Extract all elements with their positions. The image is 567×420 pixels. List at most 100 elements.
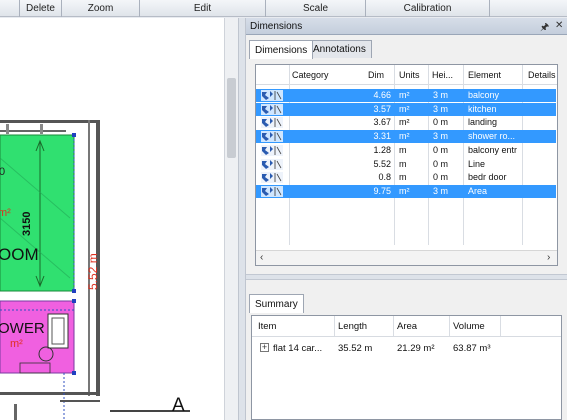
dimension-tool-icon (261, 131, 283, 143)
dimension-tool-icon (261, 158, 283, 170)
cell-height: 0 m (433, 158, 449, 169)
dimension-tool-icon (261, 185, 283, 197)
pin-icon[interactable]: 🖈 (540, 20, 549, 37)
table-row[interactable]: 5.52 m 0 m Line (256, 158, 556, 171)
dimensions-panel: Dimensions 🖈 ✕ Dimensions Annotations Ca… (246, 18, 567, 420)
panel-title: Dimensions (250, 20, 303, 32)
cell-units: m² (399, 131, 410, 142)
toolbar-group-calibration-label: Calibration (403, 3, 452, 14)
toolbar-group-zoom[interactable]: Zoom (62, 0, 140, 17)
cell-height: 0 m (433, 144, 449, 155)
cell-element: landing (468, 117, 498, 128)
cell-height: 3 m (433, 185, 449, 196)
canvas-label-ower: OWER (0, 320, 45, 337)
summary-row-item[interactable]: flat 14 car... (273, 343, 322, 354)
canvas-vertical-scrollbar[interactable] (224, 18, 238, 420)
grid-horizontal-scrollbar[interactable]: ‹ › (256, 250, 557, 265)
tab-summary[interactable]: Summary (249, 294, 304, 313)
summary-header-length[interactable]: Length (338, 321, 367, 332)
cell-units: m (399, 172, 407, 183)
column-header-dim[interactable]: Dim (368, 70, 384, 80)
tree-expander-icon[interactable]: + (260, 343, 269, 352)
cell-element: bedr door (468, 172, 507, 183)
tab-annotations[interactable]: Annotations (307, 40, 372, 58)
floor-plan-drawing: 0 m² 3150 OOM 5.52 m OWER m² A (0, 120, 190, 420)
cell-element: balcony (468, 90, 500, 100)
column-header-element[interactable]: Element (468, 70, 501, 80)
toolbar-group-delete-label: Delete (26, 3, 55, 14)
column-header-height[interactable]: Hei... (432, 70, 453, 80)
toolbar-group-edit[interactable]: Edit (140, 0, 266, 17)
cell-units: m² (399, 185, 410, 196)
table-row[interactable]: 4.66 m² 3 m balcony (256, 89, 556, 102)
toolbar-group-zoom-label: Zoom (87, 3, 114, 14)
cell-dim: 9.75 (373, 185, 391, 196)
toolbar-group-scale[interactable]: Scale (266, 0, 366, 17)
table-row[interactable]: 3.57 m² 3 m kitchen (256, 102, 556, 116)
cell-units: m² (399, 117, 410, 128)
dimension-tool-icon (261, 103, 283, 115)
dimensions-grid: Category Dim Units Hei... Element Detail… (255, 64, 558, 266)
dimensions-tabbar: Dimensions Annotations (246, 40, 567, 59)
cell-element: Line (468, 158, 486, 169)
canvas-label-m2-pink: m² (10, 338, 23, 350)
dimension-tool-icon (261, 172, 283, 184)
summary-row-volume: 63.87 m³ (453, 343, 491, 354)
floor-plan-canvas[interactable]: 0 m² 3150 OOM 5.52 m OWER m² A (0, 18, 238, 420)
canvas-label-m2: m² (0, 207, 11, 219)
canvas-label-a: A (172, 395, 185, 416)
table-row[interactable]: 3.31 m² 3 m shower ro... (256, 130, 556, 144)
cell-dim: 5.52 (373, 158, 391, 169)
summary-tabbar: Summary (246, 294, 567, 313)
cell-element: shower ro... (468, 131, 516, 142)
wall-top (0, 120, 100, 123)
cell-dim: 4.66 (373, 90, 391, 100)
scroll-left-arrow-icon[interactable]: ‹ (260, 252, 263, 263)
toolbar-group-delete[interactable]: Delete (20, 0, 62, 17)
dimension-tool-icon (261, 90, 283, 101)
toolbar: Delete Zoom Edit Scale Calibration (0, 0, 567, 17)
summary-header-item[interactable]: Item (258, 321, 276, 332)
summary-row-area: 21.29 m² (397, 343, 435, 354)
summary-grid: Item Length Area Volume + flat 14 car...… (251, 315, 562, 420)
panel-title-bar: Dimensions 🖈 ✕ (246, 18, 567, 35)
canvas-label-552: 5.52 m (86, 253, 100, 290)
close-icon[interactable]: ✕ (555, 20, 563, 31)
cell-element: balcony entr (468, 144, 518, 155)
table-row[interactable]: 1.28 m 0 m balcony entr (256, 144, 556, 157)
scroll-right-arrow-icon[interactable]: › (547, 252, 550, 263)
table-row[interactable]: 3.67 m² 0 m landing (256, 116, 556, 129)
canvas-scroll-thumb[interactable] (227, 78, 236, 158)
column-header-units[interactable]: Units (399, 70, 420, 80)
cell-dim: 0.8 (378, 172, 391, 183)
cell-element: Area (468, 185, 488, 196)
cell-height: 3 m (433, 90, 449, 100)
canvas-label-zero: 0 (0, 166, 5, 178)
door-stub (40, 124, 43, 134)
door-stub (6, 124, 9, 134)
summary-header-area[interactable]: Area (397, 321, 417, 332)
dimension-tool-icon (261, 144, 283, 156)
grid-summary-splitter[interactable] (246, 274, 567, 280)
cell-height: 3 m (433, 131, 449, 142)
cell-height: 0 m (433, 172, 449, 183)
panel-splitter[interactable] (238, 18, 246, 420)
cell-units: m (399, 144, 407, 155)
cell-element: kitchen (468, 103, 497, 114)
tab-dimensions[interactable]: Dimensions (249, 40, 314, 59)
cell-dim: 3.31 (373, 131, 391, 142)
toolbar-group-calibration[interactable]: Calibration (366, 0, 490, 17)
column-header-details[interactable]: Details (528, 70, 556, 80)
table-row[interactable]: 0.8 m 0 m bedr door (256, 171, 556, 184)
window-inner (51, 317, 65, 345)
toolbar-group-end (490, 0, 567, 17)
column-header-category[interactable]: Category (292, 70, 329, 80)
table-row[interactable]: 9.75 m² 3 m Area (256, 184, 556, 198)
cell-units: m² (399, 103, 410, 114)
green-room-area (0, 134, 75, 292)
summary-header-volume[interactable]: Volume (453, 321, 485, 332)
cell-units: m² (399, 90, 410, 100)
tab-dimensions-label: Dimensions (255, 44, 308, 56)
wall-bottom (0, 392, 100, 395)
canvas-label-3150: 3150 (21, 212, 33, 236)
